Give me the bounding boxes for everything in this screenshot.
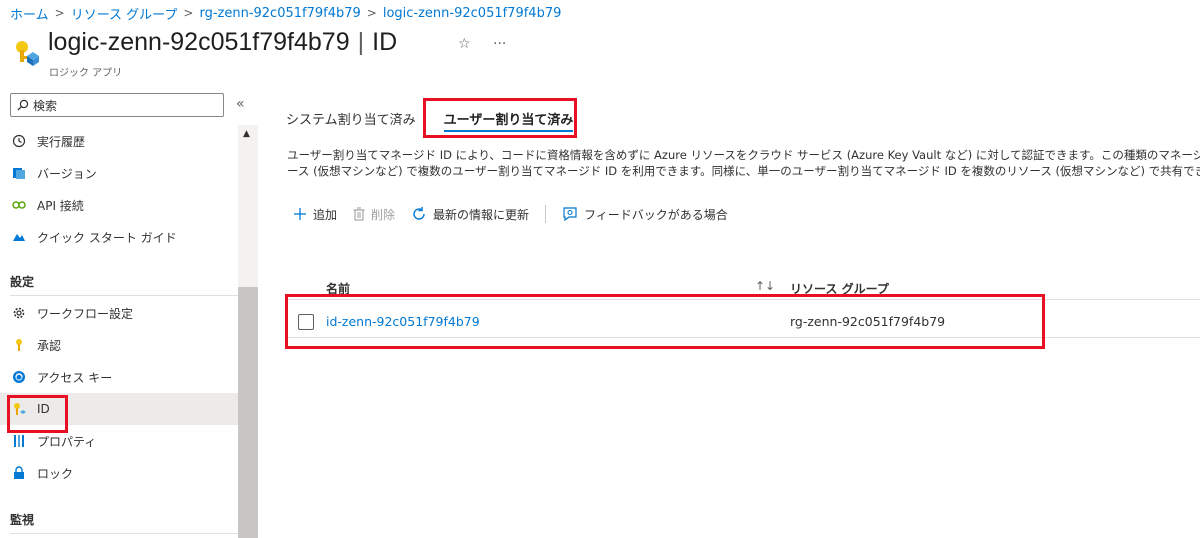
refresh-icon <box>411 206 427 222</box>
identity-tabs: システム割り当て済み ユーザー割り当て済み <box>286 98 601 138</box>
sidebar-item-label: プロパティ <box>37 434 97 449</box>
sidebar-item-label: 実行履歴 <box>37 134 86 149</box>
collapse-sidebar-button[interactable]: « <box>236 96 245 112</box>
sidebar-item-authorization[interactable]: 承認 <box>0 329 238 361</box>
favorite-star-icon[interactable]: ☆ <box>458 36 471 52</box>
sidebar-item-access-keys[interactable]: アクセス キー <box>0 361 238 393</box>
sidebar-item-label: ID <box>37 402 50 416</box>
breadcrumb-separator: > <box>366 6 377 20</box>
feedback-button[interactable]: フィードバックがある場合 <box>562 206 728 223</box>
quickstart-icon <box>11 229 27 245</box>
lock-icon <box>11 465 27 481</box>
versions-icon <box>11 165 27 181</box>
sidebar-item-properties[interactable]: プロパティ <box>0 425 238 457</box>
title-actions: ☆ ··· <box>458 36 524 52</box>
sidebar-nav: 実行履歴 バージョン API 接続 クイック スタート ガイド 設定 ワークフロ… <box>0 125 238 538</box>
search-icon <box>17 99 29 111</box>
sidebar-item-quickstart[interactable]: クイック スタート ガイド <box>0 221 238 253</box>
more-actions-icon[interactable]: ··· <box>493 36 506 52</box>
tab-user-assigned[interactable]: ユーザー割り当て済み <box>443 98 582 138</box>
table-row: id-zenn-92c051f79f4b79 rg-zenn-92c051f79… <box>286 306 1200 338</box>
identity-resource-group: rg-zenn-92c051f79f4b79 <box>790 314 946 329</box>
table-header: 名前 ↑↓ リソース グループ <box>286 276 1200 300</box>
refresh-button-label: 最新の情報に更新 <box>433 207 530 222</box>
breadcrumb: ホーム > リソース グループ > rg-zenn-92c051f79f4b79… <box>10 2 561 24</box>
row-checkbox[interactable] <box>298 314 314 330</box>
page-name: ID <box>372 28 398 56</box>
access-key-icon <box>11 369 27 385</box>
sidebar-item-label: API 接続 <box>37 198 84 213</box>
sidebar-item-identity[interactable]: ID <box>0 393 238 425</box>
sidebar-item-label: ワークフロー設定 <box>37 306 134 321</box>
sidebar-scrollbar[interactable]: ▲ <box>238 125 258 538</box>
api-connection-icon <box>11 197 27 213</box>
gear-icon <box>11 305 27 321</box>
add-button[interactable]: 追加 <box>293 206 337 223</box>
sidebar-item-run-history[interactable]: 実行履歴 <box>0 125 238 157</box>
breadcrumb-separator: > <box>54 6 65 20</box>
scrollbar-thumb[interactable] <box>238 287 258 538</box>
add-button-label: 追加 <box>313 207 338 222</box>
identity-name-link[interactable]: id-zenn-92c051f79f4b79 <box>326 314 480 329</box>
tab-system-assigned[interactable]: システム割り当て済み <box>286 98 424 138</box>
history-icon <box>11 133 27 149</box>
breadcrumb-resource-group[interactable]: rg-zenn-92c051f79f4b79 <box>199 6 360 21</box>
feedback-button-label: フィードバックがある場合 <box>584 207 728 222</box>
scroll-up-arrow-icon[interactable]: ▲ <box>243 129 250 139</box>
description-line: ース (仮想マシンなど) で複数のユーザー割り当てマネージド ID を利用できま… <box>287 164 1200 178</box>
properties-icon <box>11 433 27 449</box>
sidebar-item-label: ロック <box>37 466 74 481</box>
breadcrumb-logic-app[interactable]: logic-zenn-92c051f79f4b79 <box>383 6 562 21</box>
delete-button-label: 削除 <box>371 207 396 222</box>
feedback-icon <box>562 206 578 222</box>
page-title: logic-zenn-92c051f79f4b79 | ID <box>48 28 397 57</box>
sidebar-item-versions[interactable]: バージョン <box>0 157 238 189</box>
description-line: ユーザー割り当てマネージド ID により、コードに資格情報を含めずに Azure… <box>287 148 1200 162</box>
identity-icon <box>11 401 27 417</box>
breadcrumb-home[interactable]: ホーム <box>10 4 49 23</box>
sort-icon[interactable]: ↑↓ <box>755 279 775 293</box>
sidebar-divider <box>10 295 238 296</box>
sidebar-item-api-connections[interactable]: API 接続 <box>0 189 238 221</box>
delete-button[interactable]: 削除 <box>353 206 395 223</box>
resource-name: logic-zenn-92c051f79f4b79 <box>48 28 350 56</box>
sidebar-item-label: クイック スタート ガイド <box>37 230 177 245</box>
toolbar-divider <box>545 205 547 223</box>
sidebar-item-workflow-settings[interactable]: ワークフロー設定 <box>0 297 238 329</box>
column-header-name[interactable]: 名前 <box>326 280 350 297</box>
search-placeholder: 検索 <box>33 98 58 113</box>
trash-icon <box>353 207 365 221</box>
sidebar-item-label: バージョン <box>37 166 97 181</box>
logic-app-icon <box>12 38 40 68</box>
key-icon <box>11 337 27 353</box>
plus-icon <box>293 207 307 221</box>
refresh-button[interactable]: 最新の情報に更新 <box>411 206 529 223</box>
description-text: ユーザー割り当てマネージド ID により、コードに資格情報を含めずに Azure… <box>287 147 1200 179</box>
sidebar-item-label: アクセス キー <box>37 370 113 385</box>
sidebar-search-input[interactable]: 検索 <box>10 93 224 117</box>
breadcrumb-separator: > <box>183 6 194 20</box>
sidebar-item-locks[interactable]: ロック <box>0 457 238 489</box>
sidebar-section-monitoring: 監視 <box>10 513 35 527</box>
sidebar-divider <box>10 533 238 534</box>
command-bar: 追加 削除 最新の情報に更新 フィードバックがある場合 <box>293 202 744 226</box>
sidebar-item-label: 承認 <box>37 338 62 353</box>
sidebar-section-settings: 設定 <box>10 275 35 289</box>
resource-type-label: ロジック アプリ <box>49 68 123 79</box>
title-separator: | <box>357 28 365 56</box>
breadcrumb-resource-groups[interactable]: リソース グループ <box>71 4 178 23</box>
column-header-resource-group[interactable]: リソース グループ <box>790 280 889 297</box>
